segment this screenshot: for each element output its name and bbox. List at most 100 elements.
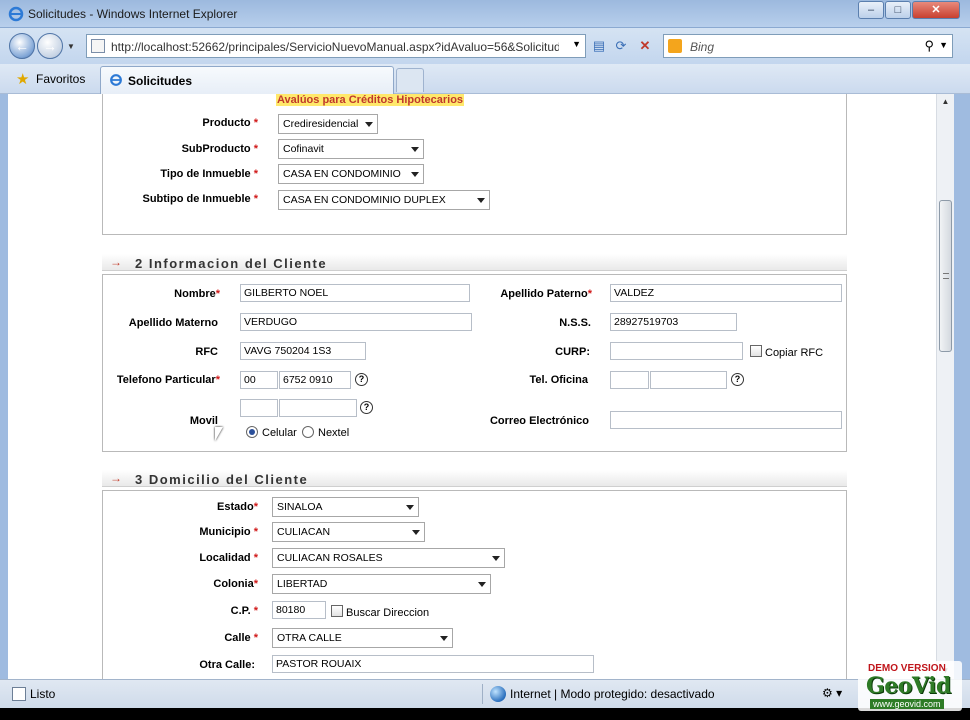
- municipio-label: Municipio *: [199, 526, 258, 538]
- chevron-down-icon: [477, 198, 485, 203]
- tipo-inmueble-select[interactable]: CASA EN CONDOMINIO: [278, 164, 424, 184]
- cp-label: C.P. *: [230, 605, 258, 617]
- address-bar[interactable]: http://localhost:52662/principales/Servi…: [86, 34, 586, 58]
- favorites-label: Favoritos: [36, 72, 86, 86]
- ie-tab-icon: [110, 74, 122, 86]
- tel-oficina-number-field[interactable]: [650, 371, 727, 389]
- avaluos-banner: Avalúos para Créditos Hipotecarios: [276, 94, 465, 106]
- otra-calle-label: Otra Calle:: [199, 659, 255, 671]
- nombre-field[interactable]: GILBERTO NOEL: [240, 284, 470, 302]
- tipo-inmueble-label: Tipo de Inmueble *: [160, 168, 258, 180]
- new-tab-button[interactable]: [396, 68, 424, 92]
- producto-select[interactable]: Crediresidencial: [278, 114, 378, 134]
- correo-field[interactable]: [610, 411, 842, 429]
- recent-pages-dropdown-icon[interactable]: ▼: [67, 42, 75, 51]
- chevron-down-icon: [412, 530, 420, 535]
- celular-radio[interactable]: [246, 426, 258, 438]
- tel-oficina-lada-field[interactable]: [610, 371, 649, 389]
- curp-label: CURP:: [555, 346, 590, 358]
- telefono-number-field[interactable]: 6752 0910: [279, 371, 351, 389]
- status-text: Listo: [30, 687, 56, 701]
- section-title: 3 Domicilio del Cliente: [135, 472, 309, 487]
- mouse-cursor-icon: [215, 427, 223, 441]
- subproducto-select[interactable]: Cofinavit: [278, 139, 424, 159]
- search-icon[interactable]: ⚲: [924, 38, 934, 54]
- search-dropdown-icon[interactable]: ▼: [939, 40, 948, 50]
- page-icon: [91, 39, 105, 53]
- help-icon[interactable]: ?: [731, 373, 744, 386]
- security-zone[interactable]: Internet | Modo protegido: desactivado: [510, 687, 715, 701]
- address-dropdown-icon[interactable]: ▼: [572, 39, 581, 49]
- nombre-label: Nombre*: [174, 288, 220, 300]
- nextel-radio[interactable]: [302, 426, 314, 438]
- scrollbar-thumb[interactable]: [939, 200, 952, 352]
- search-box[interactable]: Bing ⚲ ▼: [663, 34, 953, 58]
- protected-mode-icon[interactable]: ⚙ ▾: [822, 686, 842, 700]
- curp-field[interactable]: [610, 342, 743, 360]
- section-title: 2 Informacion del Cliente: [135, 256, 328, 271]
- correo-label: Correo Electrónico: [489, 415, 589, 427]
- subtipo-inmueble-select[interactable]: CASA EN CONDOMINIO DUPLEX: [278, 190, 490, 210]
- address-url[interactable]: http://localhost:52662/principales/Servi…: [111, 40, 559, 54]
- section-arrow-icon: →: [110, 471, 122, 485]
- movil-label: Movil: [189, 415, 218, 427]
- copiar-rfc-label: Copiar RFC: [765, 347, 824, 359]
- chevron-down-icon: [411, 147, 419, 152]
- scroll-up-icon[interactable]: ▲: [937, 94, 954, 110]
- otra-calle-field[interactable]: PASTOR ROUAIX: [272, 655, 594, 673]
- tab-solicitudes[interactable]: Solicitudes: [100, 66, 394, 94]
- favorites-button[interactable]: ★ Favoritos: [8, 68, 91, 90]
- help-icon[interactable]: ?: [355, 373, 368, 386]
- help-icon[interactable]: ?: [360, 401, 373, 414]
- stop-icon[interactable]: ✕: [636, 37, 654, 55]
- maximize-button[interactable]: □: [885, 1, 911, 19]
- chevron-down-icon: [492, 556, 500, 561]
- minimize-button[interactable]: –: [858, 1, 884, 19]
- calle-select[interactable]: OTRA CALLE: [272, 628, 453, 648]
- product-section: [102, 94, 847, 235]
- cp-field[interactable]: 80180: [272, 601, 326, 619]
- celular-label: Celular: [262, 427, 297, 439]
- navigation-bar: ← → ▼ http://localhost:52662/principales…: [0, 28, 970, 64]
- status-divider: [482, 684, 483, 704]
- title-bar: Solicitudes - Windows Internet Explorer …: [0, 0, 970, 28]
- estado-select[interactable]: SINALOA: [272, 497, 419, 517]
- producto-label: Producto *: [202, 117, 258, 129]
- geovid-logo: GeoVid: [866, 673, 951, 699]
- subtipo-inmueble-label: Subtipo de Inmueble *: [142, 193, 258, 205]
- localidad-select[interactable]: CULIACAN ROSALES: [272, 548, 505, 568]
- telefono-lada-field[interactable]: 00: [240, 371, 278, 389]
- page-status-icon: [12, 687, 26, 701]
- tel-oficina-label: Tel. Oficina: [529, 374, 588, 386]
- geovid-site: www.geovid.com: [870, 699, 944, 709]
- bing-logo-icon: [668, 39, 682, 53]
- apellido-materno-field[interactable]: VERDUGO: [240, 313, 472, 331]
- movil-lada-field[interactable]: [240, 399, 278, 417]
- chevron-down-icon: [440, 636, 448, 641]
- favorites-star-icon: ★: [16, 71, 30, 88]
- status-bar: Listo Internet | Modo protegido: desacti…: [0, 679, 970, 708]
- refresh-icon[interactable]: ⟳: [612, 37, 630, 55]
- globe-icon: [490, 686, 506, 702]
- apellido-paterno-field[interactable]: VALDEZ: [610, 284, 842, 302]
- nss-field[interactable]: 28927519703: [610, 313, 737, 331]
- bottom-edge: [0, 708, 970, 720]
- movil-number-field[interactable]: [279, 399, 357, 417]
- grip-icon: [943, 273, 949, 279]
- localidad-label: Localidad *: [199, 552, 258, 564]
- rfc-field[interactable]: VAVG 750204 1S3: [240, 342, 366, 360]
- back-button[interactable]: ←: [9, 33, 35, 59]
- municipio-select[interactable]: CULIACAN: [272, 522, 425, 542]
- ie-logo-icon: [8, 6, 24, 22]
- vertical-scrollbar[interactable]: ▲ ▼: [936, 94, 954, 679]
- section-arrow-icon: →: [110, 255, 122, 269]
- copiar-rfc-checkbox[interactable]: [750, 345, 762, 357]
- colonia-select[interactable]: LIBERTAD: [272, 574, 491, 594]
- colonia-label: Colonia*: [213, 578, 258, 590]
- rfc-label: RFC: [195, 346, 218, 358]
- compatibility-view-icon[interactable]: ▤: [590, 37, 608, 55]
- forward-button[interactable]: →: [37, 33, 63, 59]
- buscar-direccion-checkbox[interactable]: [331, 605, 343, 617]
- calle-label: Calle *: [224, 632, 258, 644]
- close-button[interactable]: ✕: [912, 1, 960, 19]
